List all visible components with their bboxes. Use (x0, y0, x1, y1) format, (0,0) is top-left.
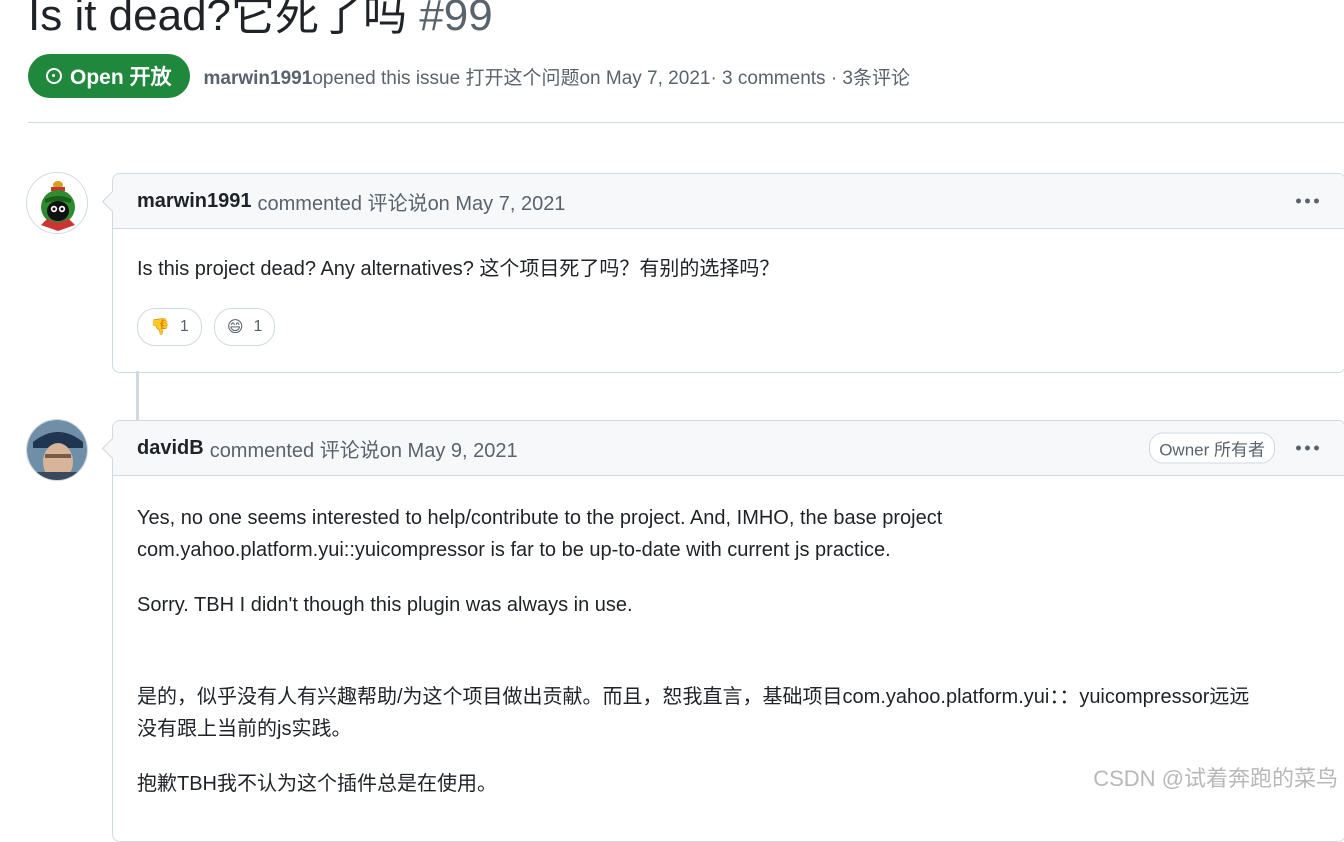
issue-author-link[interactable]: marwin1991 (204, 68, 313, 89)
more-options-icon[interactable] (1296, 445, 1319, 451)
more-options-icon[interactable] (1296, 198, 1319, 204)
issue-meta-text: opened this issue 打开这个问题on May 7, 2021· … (312, 67, 910, 89)
reactions-bar: 👎 1 😄 1 (137, 308, 276, 346)
comment-action: commented 评论说on May 9, 2021 (209, 439, 518, 462)
state-label: Open 开放 (70, 66, 172, 89)
open-state-badge: Open 开放 (28, 54, 190, 98)
issue-opened-icon (46, 68, 62, 84)
avatar-image (27, 420, 87, 480)
reaction-count: 1 (179, 318, 189, 335)
comment-line: Sorry. TBH I didn't though this plugin w… (137, 594, 633, 616)
comment-header: davidB commented 评论说on May 9, 2021 Owner… (113, 421, 1344, 476)
issue-state-row: Open 开放 marwin1991opened this issue 打开这个… (28, 54, 910, 98)
comment-line: 是的，似乎没有人有兴趣帮助/为这个项目做出贡献。而且，恕我直言，基础项目com.… (137, 686, 1250, 708)
owner-badge: Owner 所有者 (1149, 432, 1275, 464)
comment-line: 没有跟上当前的js实践。 (137, 718, 352, 740)
comment-line: com.yahoo.platform.yui::yuicompressor is… (137, 539, 891, 561)
avatar-davidB[interactable] (26, 419, 88, 481)
timeline-connector (136, 371, 139, 421)
comment-line: Yes, no one seems interested to help/con… (137, 507, 943, 529)
watermark: CSDN @试着奔跑的菜鸟 (1093, 766, 1338, 791)
reaction-count: 1 (253, 318, 263, 335)
comment-paragraph: Is this project dead? Any alternatives? … (137, 258, 780, 280)
avatar-image (27, 173, 87, 233)
header-divider (28, 122, 1344, 123)
comment-action: commented 评论说on May 7, 2021 (257, 192, 566, 215)
reaction-laugh[interactable]: 😄 1 (213, 308, 276, 346)
avatar-marwin1991[interactable] (26, 172, 88, 234)
comment-author[interactable]: davidB (137, 437, 204, 460)
issue-title-text: Is it dead?它死了吗 (28, 0, 408, 40)
issue-meta: marwin1991opened this issue 打开这个问题on May… (204, 63, 910, 90)
thumbs-down-icon: 👎 (150, 319, 170, 336)
comment-body: Yes, no one seems interested to help/con… (113, 476, 1344, 800)
issue-title: Is it dead?它死了吗 #99 (28, 0, 493, 46)
comment-header: marwin1991 commented 评论说on May 7, 2021 (113, 174, 1344, 229)
laugh-icon: 😄 (226, 319, 244, 336)
comment-box-1: marwin1991 commented 评论说on May 7, 2021 I… (112, 173, 1344, 373)
comment-body: Is this project dead? Any alternatives? … (113, 229, 1344, 285)
comment-author[interactable]: marwin1991 (137, 190, 252, 213)
reaction-thumbs-down[interactable]: 👎 1 (137, 308, 202, 346)
issue-number: #99 (419, 0, 493, 40)
